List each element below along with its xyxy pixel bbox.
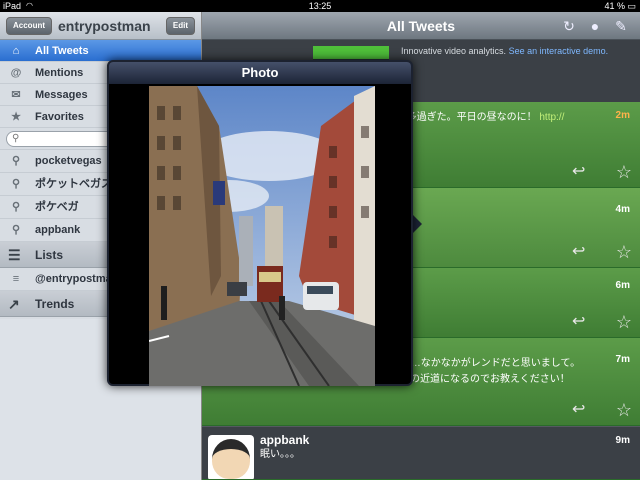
reply-icon[interactable]: ↩ <box>572 163 585 181</box>
tweet-time: 6m <box>615 280 630 291</box>
tweet-row[interactable]: appbank 眠い。。。 9m <box>202 426 640 480</box>
clock: 13:25 <box>308 1 332 11</box>
ad-copy: Innovative video analytics. <box>401 46 507 56</box>
refresh-icon[interactable]: ↻ <box>560 17 578 35</box>
tweet-actions: ↩ ☆ <box>572 313 632 331</box>
envelope-icon: ✉ <box>11 89 21 101</box>
ad-link[interactable]: See an interactive demo. <box>509 46 609 56</box>
compose-icon[interactable]: ✎ <box>612 17 630 35</box>
favorite-star-icon[interactable]: ☆ <box>616 243 632 261</box>
sidebar-item-label: Favorites <box>35 111 84 123</box>
account-name: entrypostman <box>58 18 151 34</box>
list-icon: ≡ <box>12 273 20 285</box>
at-icon: @ <box>10 67 22 79</box>
avatar[interactable] <box>208 435 254 479</box>
avatar-face-image <box>212 439 250 479</box>
star-icon: ★ <box>11 111 21 123</box>
ad-text: Innovative video analytics. See an inter… <box>401 45 631 57</box>
reply-icon[interactable]: ↩ <box>572 313 585 331</box>
popover-title: Photo <box>109 62 411 84</box>
search-icon: ⚲ <box>12 133 20 144</box>
tweet-actions: ↩ ☆ <box>572 243 632 261</box>
reply-icon[interactable]: ↩ <box>572 243 585 261</box>
list-item-label: @entrypostman <box>35 273 119 285</box>
saved-search-label: ポケットベガス <box>35 178 112 190</box>
tweet-actions: ↩ ☆ <box>572 163 632 181</box>
search-icon: ⚲ <box>11 178 21 190</box>
street-photo[interactable] <box>149 86 375 386</box>
sidebar-item-label: Messages <box>35 89 88 101</box>
profile-icon[interactable]: ● <box>586 17 604 35</box>
sidebar-item-all-tweets[interactable]: ⌂ All Tweets <box>0 40 201 62</box>
trend-arrow-icon: ↗ <box>8 296 20 312</box>
tweet-time: 9m <box>615 435 630 446</box>
favorite-star-icon[interactable]: ☆ <box>616 163 632 181</box>
search-icon: ⚲ <box>11 201 21 213</box>
tweet-link[interactable]: http:// <box>539 112 564 123</box>
search-icon: ⚲ <box>11 224 21 236</box>
edit-button[interactable]: Edit <box>165 17 195 35</box>
reply-icon[interactable]: ↩ <box>572 401 585 419</box>
status-bar: iPad ◠ 13:25 41 % ▭ <box>0 0 640 12</box>
battery-indicator: 41 % ▭ <box>604 1 636 11</box>
home-icon: ⌂ <box>12 45 20 57</box>
saved-search-label: appbank <box>35 224 81 236</box>
sidebar-item-label: Mentions <box>35 67 84 79</box>
favorite-star-icon[interactable]: ☆ <box>616 313 632 331</box>
sidebar-item-label: All Tweets <box>35 45 89 57</box>
trends-label: Trends <box>35 297 75 311</box>
tweet-text: 眠い。。。 <box>260 449 300 460</box>
battery-percent: 41 % <box>604 1 625 11</box>
list-icon: ☰ <box>8 247 21 263</box>
lists-label: Lists <box>35 248 64 262</box>
favorite-star-icon[interactable]: ☆ <box>616 401 632 419</box>
tweet-actions: ↩ ☆ <box>572 401 632 419</box>
tweet-time: 2m <box>615 110 630 121</box>
photo-image <box>149 86 375 386</box>
saved-search-label: ポケベガ <box>35 201 79 213</box>
search-icon: ⚲ <box>11 155 21 167</box>
saved-search-label: pocketvegas <box>35 155 102 167</box>
popover-arrow <box>413 215 422 233</box>
sidebar-header: Account entrypostman Edit <box>0 12 201 40</box>
tweet-author: appbank <box>260 433 310 447</box>
account-button[interactable]: Account <box>6 17 52 35</box>
tweet-time: 7m <box>615 354 630 365</box>
timeline-header: All Tweets ↻ ● ✎ <box>202 12 640 40</box>
photo-popover[interactable]: Photo <box>107 60 413 386</box>
tweet-time: 4m <box>615 204 630 215</box>
